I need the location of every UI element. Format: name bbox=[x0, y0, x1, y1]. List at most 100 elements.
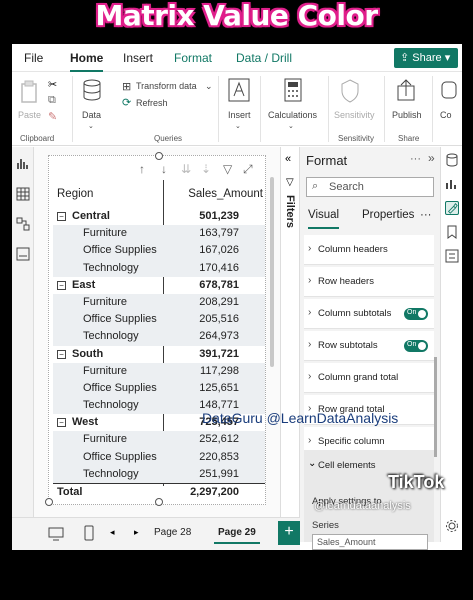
menu-insert[interactable]: Insert bbox=[123, 51, 153, 65]
menu-data-drill[interactable]: Data / Drill bbox=[236, 51, 292, 65]
model-view-icon[interactable] bbox=[16, 217, 30, 231]
format-section[interactable]: › Column headers bbox=[304, 235, 434, 265]
matrix-row[interactable]: Technology 251,991 bbox=[53, 465, 265, 483]
transform-data-label[interactable]: Transform data bbox=[136, 81, 197, 91]
format-section[interactable]: › Column subtotals On bbox=[304, 299, 434, 329]
resize-handle[interactable] bbox=[155, 152, 163, 160]
more-options-icon[interactable]: ··· bbox=[410, 153, 421, 165]
insert-chevron-icon[interactable]: ⌄ bbox=[235, 122, 241, 130]
row-label-text: Office Supplies bbox=[83, 244, 157, 257]
publish-icon[interactable] bbox=[396, 78, 416, 104]
on-toggle[interactable]: On bbox=[404, 308, 428, 320]
format-pane-scrollbar[interactable] bbox=[434, 357, 437, 457]
series-dropdown[interactable]: Sales_Amount bbox=[312, 534, 428, 550]
format-brush-icon[interactable] bbox=[445, 201, 459, 215]
transform-icon[interactable]: ⊞ bbox=[122, 80, 131, 93]
insert-label[interactable]: Insert bbox=[228, 110, 251, 120]
menu-home[interactable]: Home bbox=[70, 51, 104, 72]
expand-pane-icon[interactable]: » bbox=[428, 151, 435, 165]
insert-textbox-icon[interactable] bbox=[228, 78, 250, 104]
desktop-layout-icon[interactable] bbox=[48, 527, 64, 541]
format-section[interactable]: › Row subtotals On bbox=[304, 331, 434, 361]
calculations-label[interactable]: Calculations bbox=[268, 110, 317, 120]
cut-icon[interactable]: ✂ bbox=[48, 78, 57, 91]
tab-page-29[interactable]: Page 29 bbox=[214, 527, 260, 544]
report-view-icon[interactable] bbox=[16, 157, 30, 171]
matrix-row[interactable]: Office Supplies 205,516 bbox=[53, 311, 265, 329]
format-section[interactable]: › Row headers bbox=[304, 267, 434, 297]
calculator-icon[interactable] bbox=[284, 78, 302, 104]
chevron-right-icon: › bbox=[308, 371, 312, 382]
ribbon-divider bbox=[432, 76, 433, 142]
cell-elements-section[interactable]: ⌄ Cell elements Apply settings to Series… bbox=[304, 450, 434, 550]
prev-page-icon[interactable]: ◂ bbox=[110, 527, 115, 538]
add-page-button[interactable]: + bbox=[278, 521, 300, 545]
mobile-layout-icon[interactable] bbox=[84, 525, 94, 541]
resize-handle[interactable] bbox=[45, 498, 53, 506]
data-chevron-icon[interactable]: ⌄ bbox=[88, 122, 94, 130]
next-page-icon[interactable]: ▸ bbox=[134, 527, 139, 538]
visualizations-icon[interactable] bbox=[445, 177, 459, 191]
expand-all-icon[interactable]: ⇣ bbox=[201, 162, 211, 176]
collapse-icon[interactable]: − bbox=[57, 280, 66, 290]
matrix-row[interactable]: Technology 264,973 bbox=[53, 328, 265, 346]
collapse-icon[interactable]: − bbox=[57, 349, 66, 359]
selection-icon[interactable] bbox=[445, 249, 459, 263]
database-icon[interactable] bbox=[82, 78, 102, 102]
drill-up-icon[interactable]: ↑ bbox=[139, 162, 145, 176]
tab-page-28[interactable]: Page 28 bbox=[154, 527, 191, 538]
matrix-row[interactable]: Office Supplies 125,651 bbox=[53, 379, 265, 398]
menu-file[interactable]: File bbox=[24, 51, 43, 65]
header-region[interactable]: Region bbox=[57, 188, 93, 200]
dax-query-icon[interactable] bbox=[16, 247, 30, 261]
matrix-row[interactable]: Office Supplies 220,853 bbox=[53, 448, 265, 466]
data-label[interactable]: Data bbox=[82, 110, 101, 120]
matrix-row[interactable]: Technology 170,416 bbox=[53, 259, 265, 277]
transform-chevron-icon[interactable]: ⌄ bbox=[205, 81, 213, 92]
filters-label: Filters bbox=[284, 195, 296, 229]
refresh-label[interactable]: Refresh bbox=[136, 98, 168, 108]
bookmark-icon[interactable] bbox=[445, 225, 459, 239]
settings-gear-icon[interactable] bbox=[445, 519, 459, 533]
calculations-chevron-icon[interactable]: ⌄ bbox=[288, 122, 294, 130]
canvas-scrollbar[interactable] bbox=[270, 177, 274, 367]
format-search-input[interactable]: ⌕ Search bbox=[306, 177, 434, 197]
tab-properties[interactable]: Properties bbox=[362, 209, 414, 221]
tab-more-icon[interactable]: ··· bbox=[420, 209, 432, 221]
copilot-icon[interactable] bbox=[440, 78, 458, 104]
header-sales-amount[interactable]: Sales_Amount bbox=[188, 188, 263, 200]
filter-icon[interactable]: ▽ bbox=[223, 162, 232, 176]
matrix-group-row[interactable]: − East 678,781 bbox=[53, 277, 265, 294]
expand-next-level-icon[interactable]: ⇊ bbox=[181, 162, 191, 176]
menu-format[interactable]: Format bbox=[174, 51, 212, 65]
collapse-icon[interactable]: − bbox=[57, 212, 66, 221]
matrix-row[interactable]: Furniture 208,291 bbox=[53, 293, 265, 312]
drill-down-icon[interactable]: ↓ bbox=[161, 162, 167, 176]
collapse-icon[interactable]: − bbox=[57, 418, 66, 428]
on-toggle[interactable]: On bbox=[404, 340, 428, 352]
matrix-group-row[interactable]: − Central 501,239 bbox=[53, 208, 265, 225]
share-button[interactable]: ⇪ Share ▾ bbox=[394, 48, 458, 68]
matrix-row[interactable]: Furniture 117,298 bbox=[53, 362, 265, 380]
matrix-row[interactable]: Office Supplies 167,026 bbox=[53, 242, 265, 260]
format-section[interactable]: › Column grand total bbox=[304, 363, 434, 393]
matrix-row[interactable]: Furniture 252,612 bbox=[53, 431, 265, 449]
copilot-label[interactable]: Co bbox=[440, 110, 452, 120]
matrix-group-row[interactable]: − South 391,721 bbox=[53, 346, 265, 363]
focus-mode-icon[interactable]: ⤢ bbox=[243, 162, 253, 177]
format-painter-icon[interactable]: ✎ bbox=[48, 110, 57, 123]
tab-visual[interactable]: Visual bbox=[308, 209, 340, 229]
data-pane-icon[interactable] bbox=[445, 153, 459, 167]
table-view-icon[interactable] bbox=[16, 187, 30, 201]
sensitivity-label[interactable]: Sensitivity bbox=[334, 110, 375, 120]
paste-icon[interactable] bbox=[20, 80, 40, 104]
refresh-icon[interactable]: ⟳ bbox=[122, 96, 131, 109]
resize-handle[interactable] bbox=[155, 498, 163, 506]
sensitivity-shield-icon[interactable] bbox=[340, 78, 360, 104]
collapse-chevron-icon[interactable]: « bbox=[285, 153, 291, 165]
publish-label[interactable]: Publish bbox=[392, 110, 422, 120]
matrix-visual[interactable]: ↑ ↓ ⇊ ⇣ ▽ ⤢ Region Sales_Amount − Central… bbox=[45, 152, 266, 506]
matrix-row[interactable]: Furniture 163,797 bbox=[53, 225, 265, 243]
copy-icon[interactable]: ⧉ bbox=[48, 94, 56, 107]
filters-pane-collapsed[interactable]: « ▽ Filters bbox=[280, 147, 300, 517]
